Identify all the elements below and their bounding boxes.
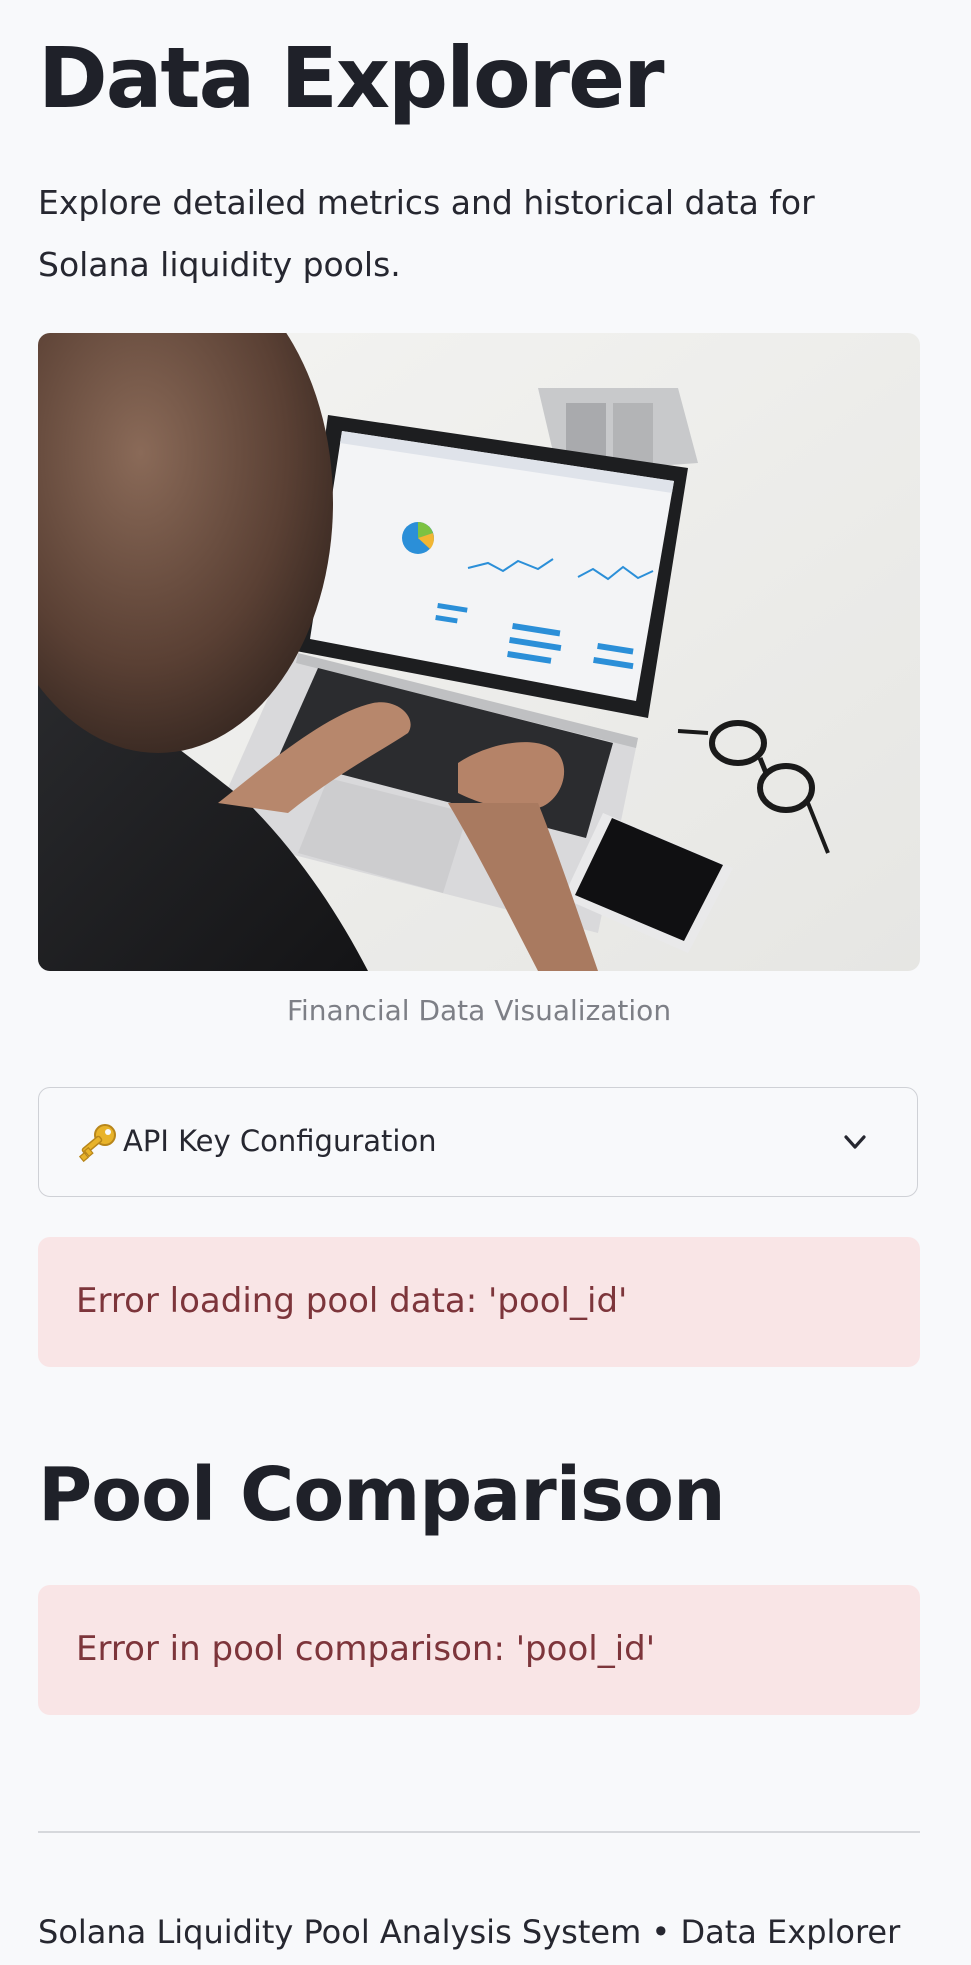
pool-data-error-alert: Error loading pool data: 'pool_id': [38, 1237, 920, 1367]
pool-comparison-error-message: Error in pool comparison: 'pool_id': [76, 1629, 656, 1669]
hero-image: [38, 333, 920, 971]
pool-comparison-error-alert: Error in pool comparison: 'pool_id': [38, 1585, 920, 1715]
page-subtitle: Explore detailed metrics and historical …: [38, 183, 815, 284]
pool-data-error-message: Error loading pool data: 'pool_id': [76, 1281, 628, 1321]
page-title: Data Explorer: [38, 29, 665, 127]
footer-text: Solana Liquidity Pool Analysis System • …: [38, 1913, 901, 1951]
pool-comparison-title: Pool Comparison: [38, 1452, 726, 1538]
api-key-config-label: API Key Configuration: [123, 1124, 437, 1158]
chevron-down-icon[interactable]: [841, 1128, 869, 1156]
api-key-config-expander[interactable]: API Key Configuration: [38, 1087, 918, 1197]
key-icon: [78, 1124, 116, 1163]
footer-divider: [38, 1831, 920, 1833]
hero-caption: Financial Data Visualization: [286, 994, 672, 1027]
